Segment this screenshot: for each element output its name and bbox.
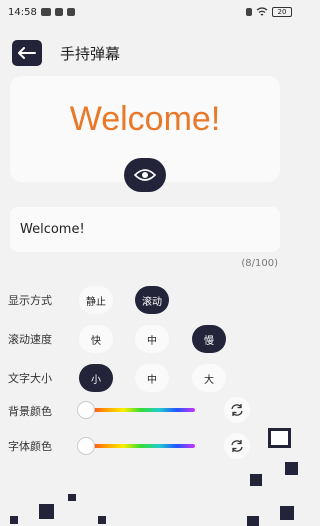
status-bar: 14:58 20 <box>0 0 300 24</box>
status-right: 20 <box>246 7 292 17</box>
font-size-small[interactable]: 小 <box>79 364 113 392</box>
character-count: (8/100) <box>241 258 278 269</box>
danmaku-text-input[interactable]: Welcome! <box>10 207 280 252</box>
decorative-square <box>250 474 262 486</box>
font-color-reset-button[interactable] <box>224 433 250 459</box>
wifi-icon <box>256 7 268 16</box>
decorative-square <box>68 494 76 501</box>
speed-slow[interactable]: 慢 <box>192 325 226 353</box>
vibrate-icon <box>246 8 252 16</box>
app-header: 手持弹幕 <box>12 40 120 66</box>
display-mode-scroll[interactable]: 滚动 <box>135 286 169 314</box>
decorative-square <box>280 506 294 520</box>
slider-thumb[interactable] <box>77 401 95 419</box>
slider-thumb[interactable] <box>77 437 95 455</box>
status-left: 14:58 <box>8 7 75 18</box>
background-color-label: 背景颜色 <box>8 405 52 418</box>
decorative-square <box>268 428 291 448</box>
page-title: 手持弹幕 <box>60 44 121 63</box>
crown-icon <box>66 8 75 16</box>
cloud-icon <box>54 8 63 16</box>
battery-icon: 20 <box>272 7 292 17</box>
scroll-speed-label: 滚动速度 <box>8 333 52 346</box>
decorative-square <box>98 516 106 524</box>
preview-text: Welcome! <box>69 99 221 138</box>
eye-icon <box>134 169 156 181</box>
back-button[interactable] <box>12 40 42 66</box>
speed-fast[interactable]: 快 <box>79 325 113 353</box>
background-color-reset-button[interactable] <box>224 397 250 423</box>
refresh-icon <box>231 440 243 452</box>
slider-track <box>87 444 195 448</box>
refresh-icon <box>231 404 243 416</box>
font-color-row: 字体颜色 <box>8 432 78 460</box>
font-color-slider[interactable] <box>77 437 207 455</box>
decorative-square <box>10 516 18 524</box>
status-time: 14:58 <box>8 6 37 18</box>
display-mode-static[interactable]: 静止 <box>79 286 113 314</box>
arrow-left-icon <box>18 47 36 59</box>
font-size-large[interactable]: 大 <box>192 364 226 392</box>
slider-track <box>87 408 195 412</box>
speed-medium[interactable]: 中 <box>135 325 169 353</box>
background-color-slider[interactable] <box>77 401 207 419</box>
decorative-square <box>39 504 54 519</box>
decorative-square <box>247 516 259 526</box>
font-size-medium[interactable]: 中 <box>135 364 169 392</box>
fullscreen-preview-button[interactable] <box>124 158 166 192</box>
font-color-label: 字体颜色 <box>8 440 52 453</box>
decorative-square <box>285 462 298 475</box>
display-mode-label: 显示方式 <box>8 294 52 307</box>
background-color-row: 背景颜色 <box>8 397 78 425</box>
font-size-label: 文字大小 <box>8 372 52 385</box>
notification-icon <box>40 8 51 16</box>
